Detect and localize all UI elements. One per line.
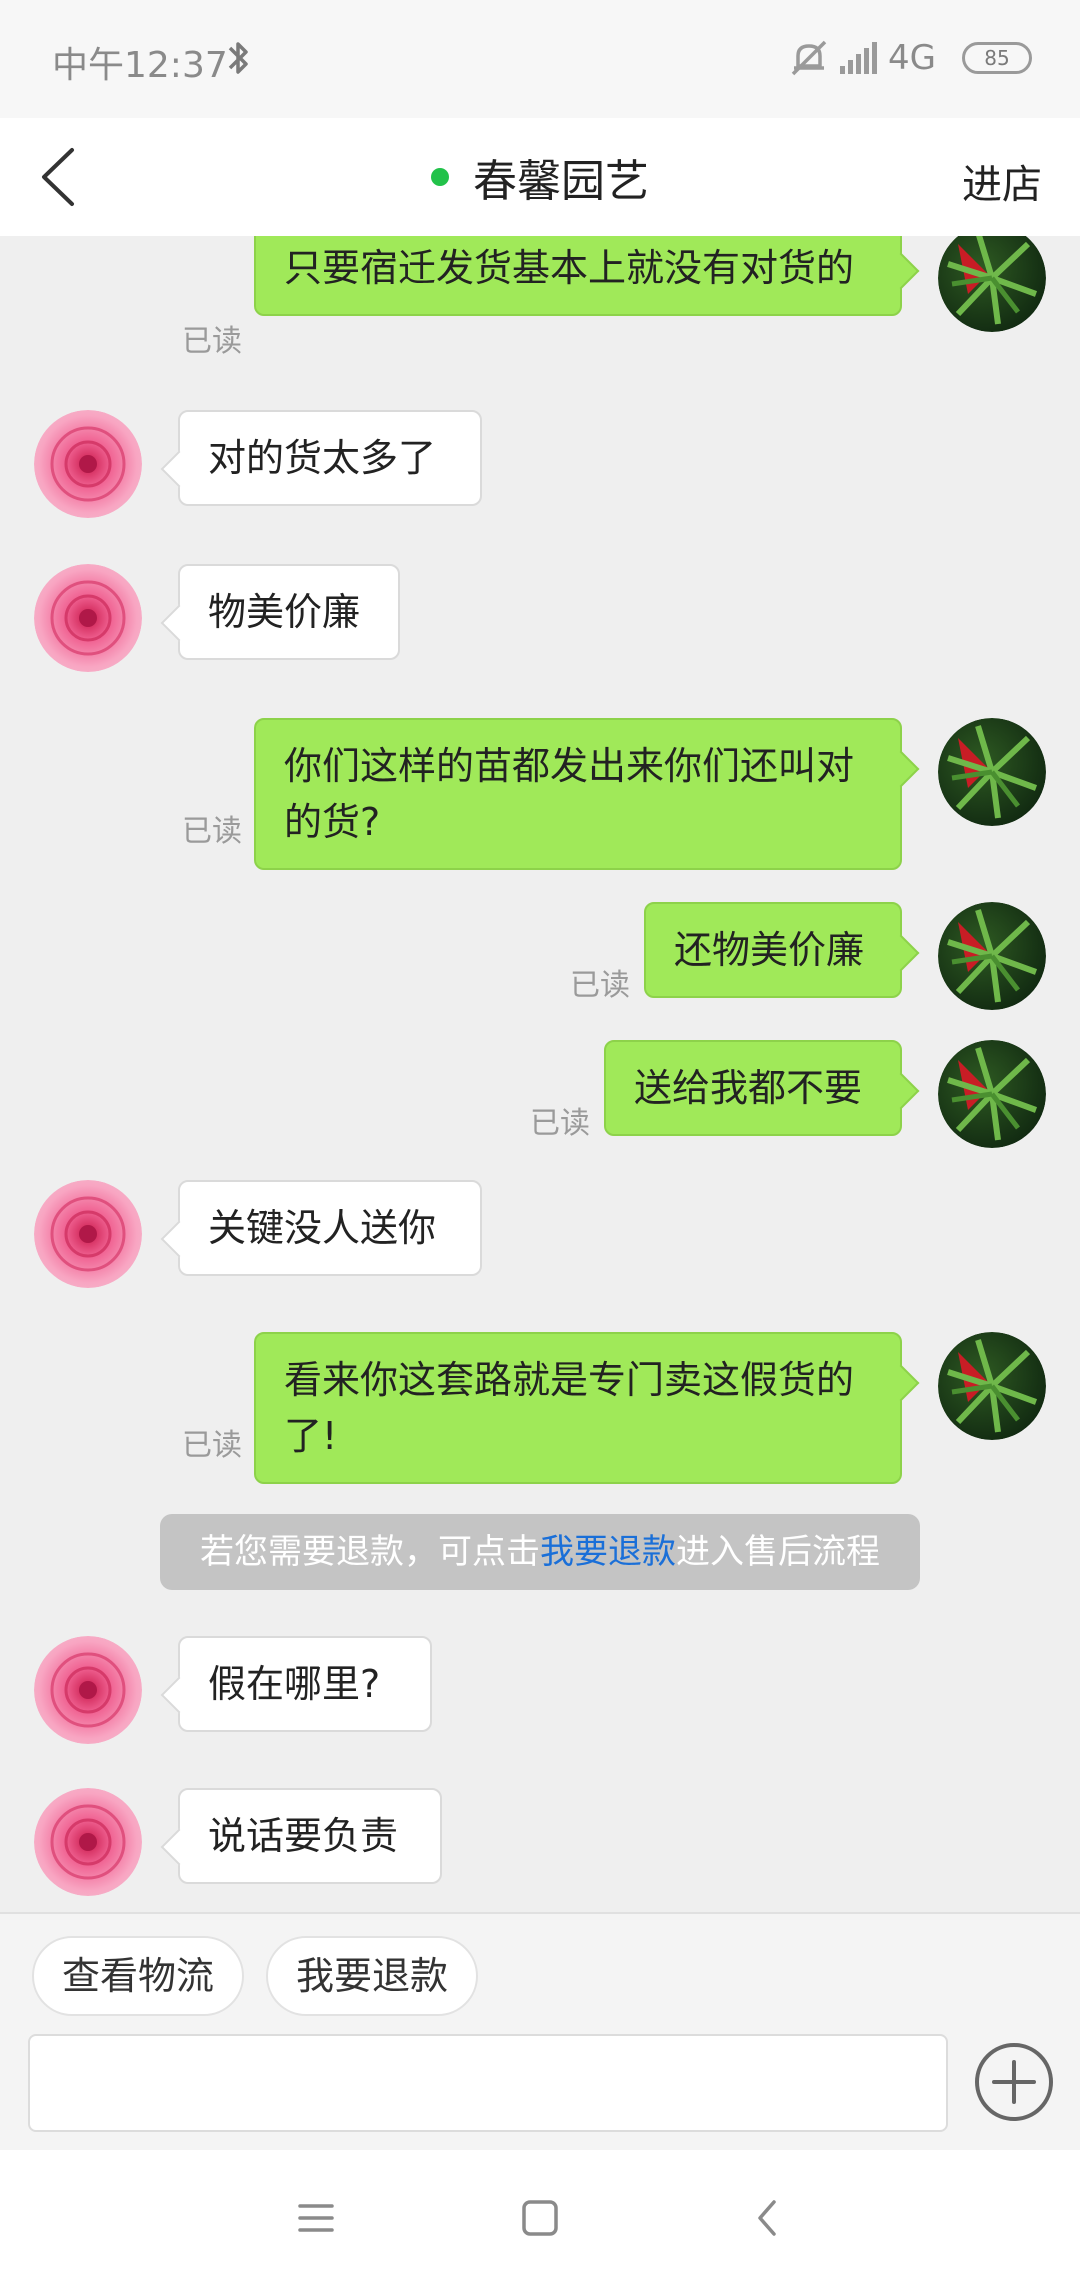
message-text: 只要宿迁发货基本上就没有对货的 (284, 246, 855, 290)
chevron-left-icon (42, 148, 74, 206)
system-nav-bar (0, 2150, 1080, 2280)
my-avatar[interactable] (938, 718, 1046, 826)
flower-avatar-icon (34, 1636, 142, 1744)
message-text: 关键没人送你 (208, 1206, 437, 1250)
sent-message[interactable]: 你们这样的苗都发出来你们还叫对的货? (254, 718, 902, 870)
read-receipt: 已读 (182, 814, 242, 849)
read-receipt: 已读 (530, 1106, 590, 1141)
back-button[interactable] (30, 142, 100, 212)
refund-notice: 若您需要退款，可点击我要退款进入售后流程 (160, 1514, 920, 1590)
flower-avatar-icon (34, 1180, 142, 1288)
message-text: 送给我都不要 (634, 1066, 863, 1110)
header-title-wrap: 春馨园艺 (0, 118, 1080, 236)
seller-avatar[interactable] (34, 1636, 142, 1744)
battery-icon: 85 (962, 42, 1032, 74)
status-time: 中午12:37 (52, 45, 228, 86)
my-avatar[interactable] (938, 1332, 1046, 1440)
my-avatar[interactable] (938, 1040, 1046, 1148)
plant-avatar-icon (938, 236, 1046, 332)
view-logistics-button[interactable]: 查看物流 (32, 1936, 245, 2016)
shop-title: 春馨园艺 (473, 156, 649, 207)
status-bar: 中午12:37 4G 85 (0, 0, 1080, 118)
home-square-icon (522, 2200, 558, 2236)
my-avatar[interactable] (938, 902, 1046, 1010)
bluetooth-icon (226, 38, 252, 82)
message-text: 看来你这套路就是专门卖这假货的了! (284, 1358, 855, 1458)
sent-message[interactable]: 送给我都不要 (604, 1040, 902, 1136)
plant-avatar-icon (938, 718, 1046, 826)
received-message[interactable]: 物美价廉 (178, 564, 400, 660)
network-label: 4G (888, 38, 936, 78)
mute-icon (788, 38, 830, 82)
flower-avatar-icon (34, 410, 142, 518)
notice-suffix: 进入售后流程 (676, 1532, 880, 1572)
plant-avatar-icon (938, 1040, 1046, 1148)
signal-icon (838, 40, 882, 78)
sent-message[interactable]: 只要宿迁发货基本上就没有对货的 (254, 236, 902, 316)
request-refund-button[interactable]: 我要退款 (266, 1936, 479, 2016)
received-message[interactable]: 假在哪里? (178, 1636, 432, 1732)
read-receipt: 已读 (570, 968, 630, 1003)
received-message[interactable]: 关键没人送你 (178, 1180, 482, 1276)
seller-avatar[interactable] (34, 1788, 142, 1896)
message-text: 假在哪里? (208, 1662, 381, 1706)
chat-area[interactable]: 已读 只要宿迁发货基本上就没有对货的 对的货太多了 物美价廉 已读 你们这样的苗… (0, 236, 1080, 1912)
online-status-dot (431, 168, 449, 186)
plus-circle-icon (975, 2043, 1053, 2121)
composer-bar: 查看物流 我要退款 (0, 1912, 1080, 2150)
menu-icon (298, 2204, 334, 2232)
message-text: 你们这样的苗都发出来你们还叫对的货? (284, 744, 855, 844)
flower-avatar-icon (34, 1788, 142, 1896)
chat-header: 春馨园艺 进店 (0, 118, 1080, 236)
notice-prefix: 若您需要退款，可点击 (200, 1532, 540, 1572)
enter-store-button[interactable]: 进店 (962, 152, 1042, 210)
my-avatar[interactable] (938, 236, 1046, 332)
nav-back-button[interactable] (740, 2190, 796, 2246)
message-text: 物美价廉 (208, 590, 361, 634)
sent-message[interactable]: 看来你这套路就是专门卖这假货的了! (254, 1332, 902, 1484)
received-message[interactable]: 说话要负责 (178, 1788, 442, 1884)
read-receipt: 已读 (182, 324, 242, 359)
more-options-button[interactable] (972, 2040, 1056, 2124)
nav-home-button[interactable] (512, 2190, 568, 2246)
seller-avatar[interactable] (34, 1180, 142, 1288)
flower-avatar-icon (34, 564, 142, 672)
plant-avatar-icon (938, 902, 1046, 1010)
message-input[interactable] (28, 2034, 948, 2132)
nav-menu-button[interactable] (288, 2190, 344, 2246)
seller-avatar[interactable] (34, 564, 142, 672)
seller-avatar[interactable] (34, 410, 142, 518)
received-message[interactable]: 对的货太多了 (178, 410, 482, 506)
read-receipt: 已读 (182, 1428, 242, 1463)
refund-link[interactable]: 我要退款 (540, 1532, 676, 1572)
sent-message[interactable]: 还物美价廉 (644, 902, 902, 998)
plant-avatar-icon (938, 1332, 1046, 1440)
back-arrow-icon (758, 2200, 776, 2236)
message-text: 说话要负责 (208, 1814, 399, 1858)
message-text: 对的货太多了 (208, 436, 437, 480)
message-text: 还物美价廉 (674, 928, 865, 972)
